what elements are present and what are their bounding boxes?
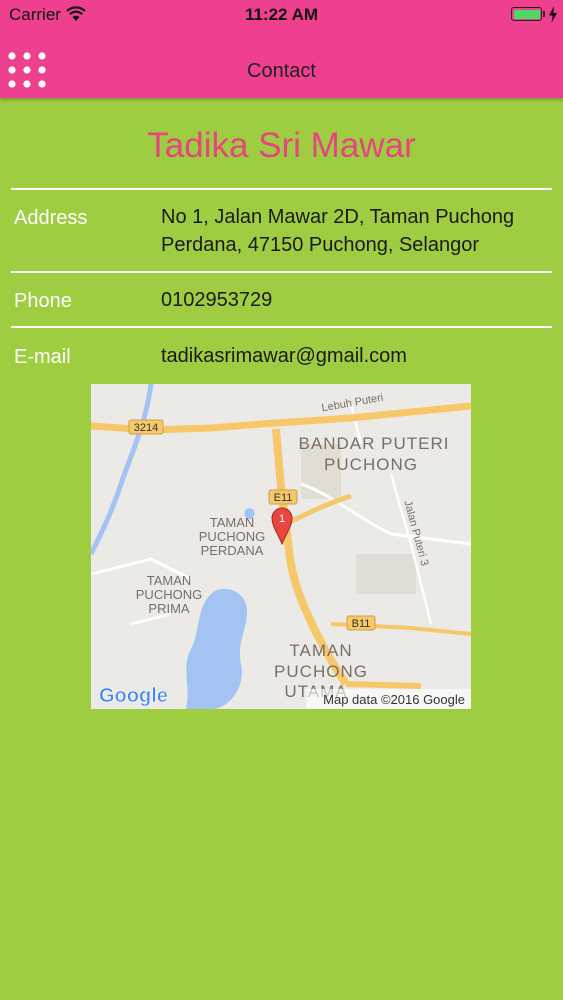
map-label-puchong: PUCHONG: [324, 455, 418, 474]
school-name: Tadika Sri Mawar: [147, 126, 416, 165]
charging-bolt-icon: [549, 6, 557, 23]
google-logo: Google: [99, 685, 168, 707]
map-route-e11: E11: [274, 492, 293, 504]
map-label-prima: PRIMA: [148, 601, 190, 616]
map-label-taman: TAMAN: [210, 515, 255, 530]
map-route-3214: 3214: [134, 422, 158, 434]
location-map[interactable]: 3214 E11 B11 BANDAR PUTERI PUCHONG TAMAN…: [91, 384, 471, 709]
nav-bar: Contact: [0, 30, 563, 98]
phone-value[interactable]: 0102953729: [161, 286, 556, 314]
address-label: Address: [14, 207, 88, 229]
map-label-taman: TAMAN: [147, 573, 192, 588]
map-marker-label: 1: [279, 513, 285, 525]
map-route-b11: B11: [352, 618, 371, 630]
map-attribution: Map data ©2016 Google: [323, 692, 465, 707]
map-label-puchong: PUCHONG: [136, 587, 202, 602]
page-title: Contact: [247, 60, 316, 82]
divider: [11, 188, 552, 190]
map-label-bandar-puteri: BANDAR PUTERI: [299, 434, 450, 453]
divider: [11, 271, 552, 273]
status-bar: Carrier 11:22 AM: [0, 0, 563, 30]
clock: 11:22 AM: [244, 5, 319, 24]
map-label-puchong: PUCHONG: [199, 529, 265, 544]
battery-tip: [543, 11, 545, 17]
map-graphic: 3214 E11 B11 BANDAR PUTERI PUCHONG TAMAN…: [91, 384, 471, 709]
map-label-taman: TAMAN: [289, 641, 352, 660]
battery-icon: [511, 7, 542, 21]
address-value: No 1, Jalan Mawar 2D, Taman Puchong Perd…: [161, 206, 515, 256]
map-label-puchong: PUCHONG: [274, 662, 368, 681]
email-value[interactable]: tadikasrimawar@gmail.com: [161, 342, 556, 370]
map-label-perdana: PERDANA: [201, 543, 264, 558]
divider: [11, 326, 552, 328]
phone-label: Phone: [14, 290, 72, 312]
email-label: E-mail: [14, 346, 71, 368]
